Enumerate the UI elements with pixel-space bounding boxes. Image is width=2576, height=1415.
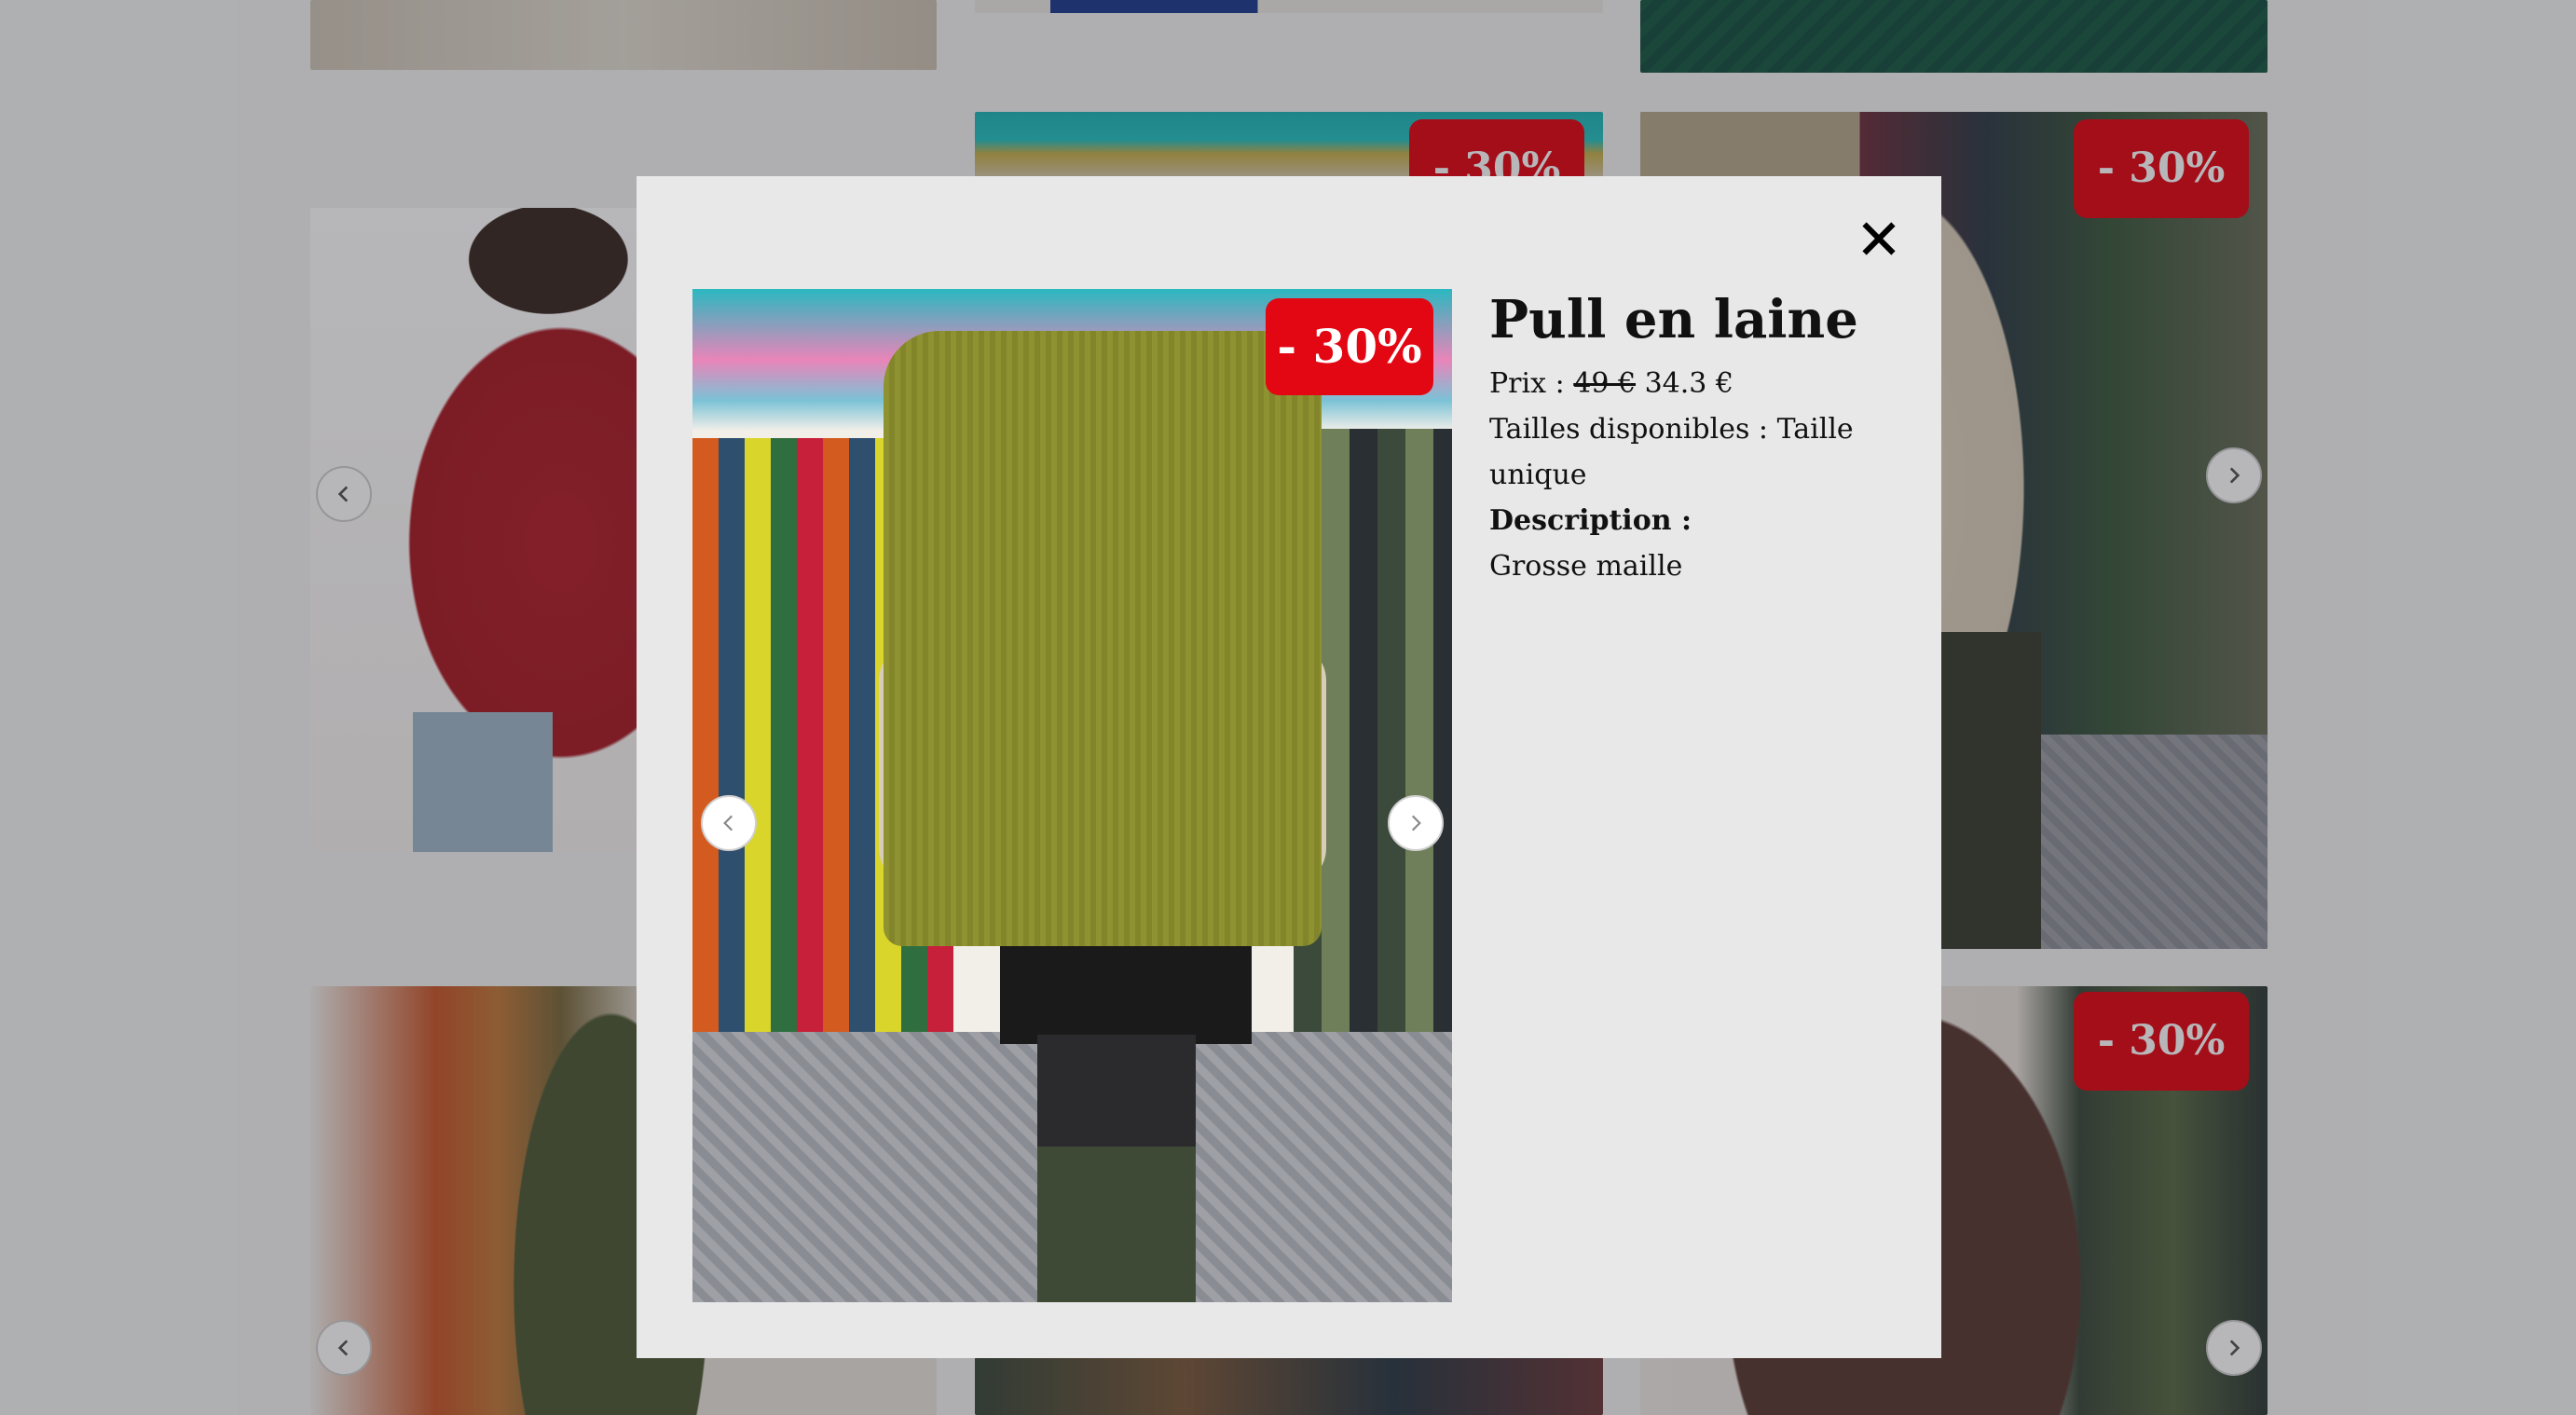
- skirt: [1000, 941, 1252, 1044]
- chevron-left-icon: [723, 815, 733, 831]
- new-price: 34.3 €: [1644, 367, 1733, 401]
- description-label: Description :: [1489, 504, 1692, 538]
- carousel-prev-button[interactable]: [701, 795, 757, 851]
- close-icon: [1862, 222, 1896, 255]
- sizes-line: Tailles disponibles : Taille unique: [1489, 406, 1918, 498]
- product-image-carousel: - 30%: [692, 289, 1452, 1302]
- tights: [1037, 1035, 1196, 1165]
- sizes-label: Tailles disponibles :: [1489, 413, 1769, 446]
- carousel-next-button[interactable]: [1388, 795, 1444, 851]
- price-line: Prix : 49 € 34.3 €: [1489, 361, 1918, 406]
- old-price: 49 €: [1573, 367, 1637, 401]
- boots: [1037, 1147, 1196, 1302]
- product-modal: - 30% Pull en laine Prix : 49 € 34.3 € T…: [637, 176, 1941, 1358]
- discount-badge: - 30%: [1266, 298, 1433, 395]
- green-sweater: [884, 331, 1322, 946]
- product-title: Pull en laine: [1489, 289, 1858, 350]
- price-label: Prix :: [1489, 367, 1565, 401]
- close-button[interactable]: [1848, 208, 1910, 269]
- chevron-right-icon: [1411, 815, 1421, 831]
- product-details: Pull en laine Prix : 49 € 34.3 € Tailles…: [1489, 289, 1918, 589]
- description-text: Grosse maille: [1489, 550, 1683, 584]
